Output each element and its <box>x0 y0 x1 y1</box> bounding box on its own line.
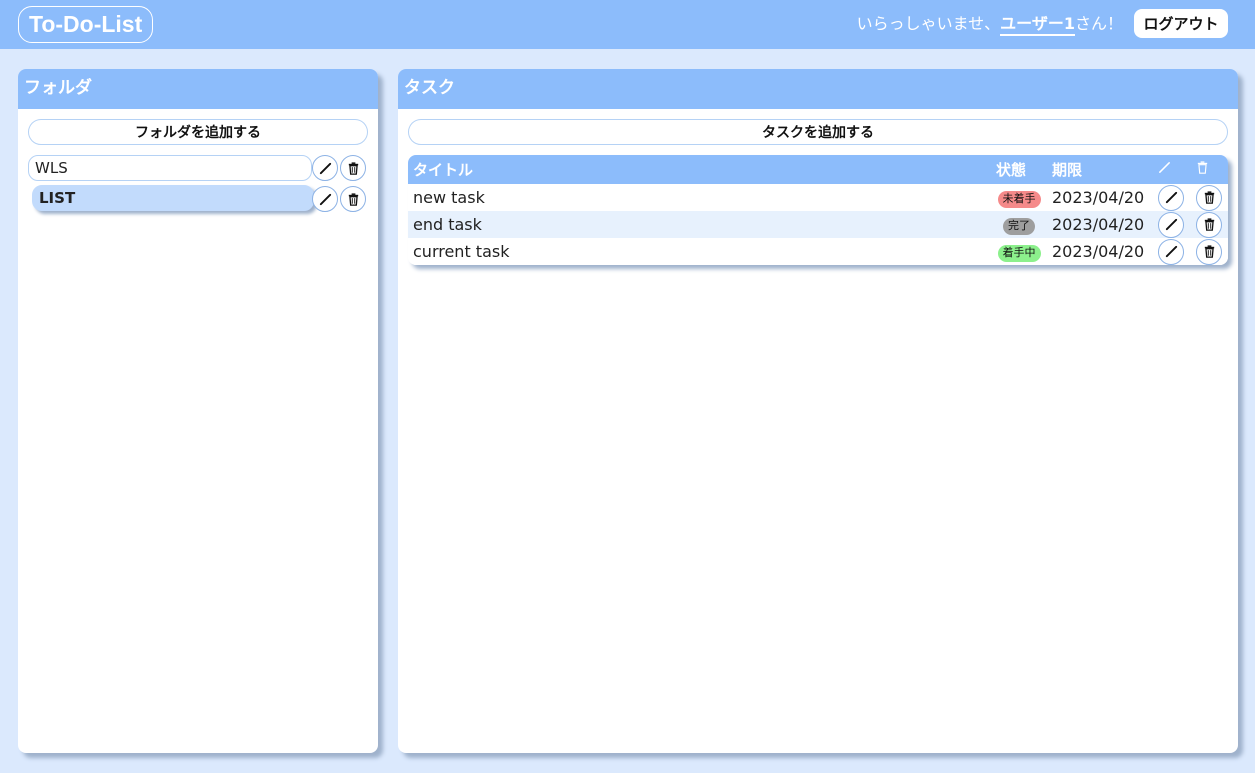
task-table: タイトル 状態 期限 new task 未着手 2023/04/20 end t… <box>408 155 1228 265</box>
task-due-date: 2023/04/20 <box>1047 184 1152 211</box>
app-header: To-Do-List いらっしゃいませ、ユーザー1さん！ ログアウト <box>0 0 1255 49</box>
edit-folder-button[interactable] <box>312 186 338 212</box>
edit-task-button[interactable] <box>1158 184 1184 211</box>
column-edit <box>1152 155 1190 184</box>
delete-task-button[interactable] <box>1196 211 1222 238</box>
pencil-icon <box>319 162 331 174</box>
tasks-panel-title: タスク <box>398 69 1238 109</box>
task-row[interactable]: end task 完了 2023/04/20 <box>408 211 1228 238</box>
tasks-panel: タスク タスクを追加する タイトル 状態 期限 new task 未着手 202… <box>398 69 1238 753</box>
status-badge: 着手中 <box>997 245 1041 262</box>
column-due: 期限 <box>1047 155 1152 184</box>
folders-panel: フォルダ フォルダを追加する WLS LIST <box>18 69 378 753</box>
delete-folder-button[interactable] <box>340 155 366 181</box>
logout-button[interactable]: ログアウト <box>1134 9 1228 38</box>
pencil-icon <box>1165 245 1177 258</box>
task-table-header: タイトル 状態 期限 <box>408 155 1228 184</box>
trash-icon <box>1204 191 1214 204</box>
status-badge: 完了 <box>1003 218 1035 235</box>
pencil-icon <box>1165 191 1177 204</box>
folder-name[interactable]: WLS <box>28 155 312 181</box>
trash-icon <box>348 192 358 206</box>
delete-folder-button[interactable] <box>340 186 366 212</box>
status-badge: 未着手 <box>997 191 1041 208</box>
add-task-button[interactable]: タスクを追加する <box>408 119 1228 145</box>
add-folder-button[interactable]: フォルダを追加する <box>28 119 368 145</box>
column-title: タイトル <box>408 155 991 184</box>
delete-task-button[interactable] <box>1196 238 1222 265</box>
delete-task-button[interactable] <box>1196 184 1222 211</box>
column-delete <box>1190 155 1228 184</box>
trash-icon <box>1197 161 1208 174</box>
trash-icon <box>348 161 358 175</box>
task-row[interactable]: new task 未着手 2023/04/20 <box>408 184 1228 211</box>
trash-icon <box>1204 245 1214 258</box>
greeting-prefix: いらっしゃいませ、 <box>856 14 1001 33</box>
folders-panel-title: フォルダ <box>18 69 378 109</box>
edit-task-button[interactable] <box>1158 238 1184 265</box>
greeting: いらっしゃいませ、ユーザー1さん！ <box>857 12 1123 38</box>
task-title: current task <box>408 238 991 265</box>
trash-icon <box>1204 218 1214 231</box>
greeting-suffix: さん！ <box>1074 14 1123 33</box>
task-title: new task <box>408 184 991 211</box>
user-name-link[interactable]: ユーザー1 <box>1000 14 1075 36</box>
edit-folder-button[interactable] <box>312 155 338 181</box>
pencil-icon <box>1165 218 1177 231</box>
folder-name-selected[interactable]: LIST <box>32 185 314 211</box>
pencil-icon <box>1159 162 1170 173</box>
task-row[interactable]: current task 着手中 2023/04/20 <box>408 238 1228 265</box>
column-status: 状態 <box>991 155 1047 184</box>
folder-item: WLS <box>28 155 368 181</box>
task-due-date: 2023/04/20 <box>1047 211 1152 238</box>
folder-item: LIST <box>28 185 368 212</box>
task-due-date: 2023/04/20 <box>1047 238 1152 265</box>
task-title: end task <box>408 211 991 238</box>
edit-task-button[interactable] <box>1158 211 1184 238</box>
app-logo[interactable]: To-Do-List <box>18 6 154 43</box>
pencil-icon <box>319 193 331 205</box>
